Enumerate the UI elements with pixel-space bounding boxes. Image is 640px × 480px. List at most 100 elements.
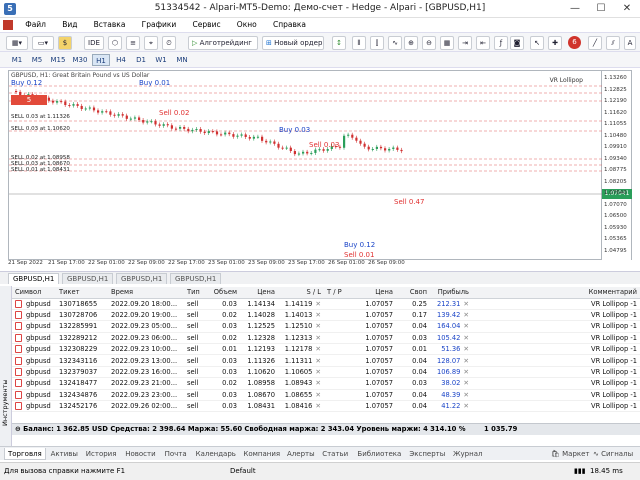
trend-line-icon[interactable]: ╱ xyxy=(588,36,602,50)
tf-h1[interactable]: H1 xyxy=(92,54,110,66)
scroll-icon[interactable]: ⇥ xyxy=(458,36,472,50)
channel-icon[interactable]: ⫽ xyxy=(606,36,620,50)
table-row[interactable]: gbpusd 132308229 2022.09.23 10:00... sell 0.… xyxy=(12,343,640,356)
close-button[interactable]: ✕ xyxy=(614,0,640,18)
close-icon[interactable]: ✕ xyxy=(315,357,321,365)
line-chart-icon[interactable]: ∿ xyxy=(388,36,402,50)
chart-tab[interactable]: GBPUSD,H1 xyxy=(8,273,60,284)
close-icon[interactable]: ✕ xyxy=(315,322,321,330)
screenshot-icon[interactable]: ◙ xyxy=(510,36,524,50)
bar-chart-icon[interactable]: ⫴ xyxy=(352,36,366,50)
terminal-tab[interactable]: История xyxy=(83,448,120,460)
column-header[interactable]: Цена xyxy=(240,287,278,299)
table-row[interactable]: gbpusd 130728706 2022.09.20 19:00... sell 0.… xyxy=(12,309,640,322)
column-header[interactable]: Символ xyxy=(12,287,56,299)
menu-help[interactable]: Справка xyxy=(266,18,313,32)
column-header[interactable]: Своп xyxy=(396,287,430,299)
navigator-icon[interactable]: ⌖ xyxy=(144,36,158,50)
chart-tab[interactable]: GBPUSD,H1 xyxy=(62,273,114,284)
menu-tools[interactable]: Сервис xyxy=(186,18,228,32)
terminal-tab[interactable]: Активы xyxy=(48,448,81,460)
menu-window[interactable]: Окно xyxy=(230,18,264,32)
chart-tab[interactable]: GBPUSD,H1 xyxy=(116,273,168,284)
terminal-tab[interactable]: Компания xyxy=(240,448,283,460)
zoom-in-icon[interactable]: ⊕ xyxy=(404,36,418,50)
new-chart-icon[interactable]: ▦▾ xyxy=(6,36,28,50)
close-icon[interactable]: ✕ xyxy=(463,391,469,399)
terminal-tab[interactable]: Эксперты xyxy=(406,448,448,460)
column-header[interactable]: S / L xyxy=(278,287,324,299)
indicators-icon[interactable]: ƒ xyxy=(494,36,508,50)
menu-view[interactable]: Вид xyxy=(55,18,84,32)
column-header[interactable]: Комментарий xyxy=(472,287,640,299)
candles-icon[interactable]: ⫿ xyxy=(370,36,384,50)
strategy-icon[interactable]: ⬡ xyxy=(108,36,122,50)
time-scale[interactable]: 21 Sep 2022 21 Sep 17:00 22 Sep 01:00 22 Se… xyxy=(8,260,602,270)
column-header[interactable]: Объем xyxy=(210,287,240,299)
menu-charts[interactable]: Графики xyxy=(135,18,184,32)
close-icon[interactable]: ✕ xyxy=(315,334,321,342)
terminal-tab[interactable]: Новости xyxy=(122,448,158,460)
zoom-out-icon[interactable]: ⊖ xyxy=(422,36,436,50)
crosshair-icon[interactable]: ✚ xyxy=(548,36,562,50)
ide-button[interactable]: IDE xyxy=(84,36,104,50)
terminal-tab[interactable]: Почта xyxy=(162,448,190,460)
grid-icon[interactable]: ▦ xyxy=(440,36,454,50)
market-tab[interactable]: 🛍 Маркет xyxy=(548,448,593,460)
maximize-button[interactable]: ☐ xyxy=(588,0,614,18)
close-icon[interactable]: ✕ xyxy=(463,300,469,308)
tf-w1[interactable]: W1 xyxy=(152,54,170,66)
close-icon[interactable]: ✕ xyxy=(463,345,469,353)
close-icon[interactable]: ✕ xyxy=(315,300,321,308)
close-icon[interactable]: ✕ xyxy=(463,368,469,376)
tf-mn[interactable]: MN xyxy=(172,54,192,66)
tf-m15[interactable]: M15 xyxy=(48,54,68,66)
column-header[interactable]: Цена xyxy=(356,287,396,299)
close-icon[interactable]: ✕ xyxy=(463,322,469,330)
column-header[interactable]: Прибыль xyxy=(430,287,472,299)
column-header[interactable]: Тикет xyxy=(56,287,108,299)
close-icon[interactable]: ✕ xyxy=(315,345,321,353)
close-icon[interactable]: ✕ xyxy=(315,311,321,319)
market-watch-icon[interactable]: $ xyxy=(58,36,72,50)
tf-h4[interactable]: H4 xyxy=(112,54,130,66)
signals-tab[interactable]: ∿ Сигналы xyxy=(590,448,636,460)
tf-m1[interactable]: M1 xyxy=(8,54,26,66)
table-row[interactable]: gbpusd 130718655 2022.09.20 18:00... sell 0.… xyxy=(12,298,640,310)
column-header[interactable]: Тип xyxy=(184,287,210,299)
table-row[interactable]: gbpusd 132452176 2022.09.26 02:00... sell 0.… xyxy=(12,400,640,413)
close-icon[interactable]: ✕ xyxy=(315,379,321,387)
table-row[interactable]: gbpusd 132418477 2022.09.23 21:00... sell 0.… xyxy=(12,377,640,390)
close-icon[interactable]: ✕ xyxy=(315,402,321,410)
database-icon[interactable]: ≡ xyxy=(126,36,140,50)
price-scale[interactable]: 1.07041 1.13260 1.12825 1.12190 1.11620 1.11… xyxy=(602,70,632,260)
chart-tab[interactable]: GBPUSD,H1 xyxy=(170,273,222,284)
close-icon[interactable]: ✕ xyxy=(315,368,321,376)
price-chart[interactable]: GBPUSD, H1: Great Britain Pound vs US Do… xyxy=(8,70,603,260)
close-icon[interactable]: ✕ xyxy=(463,379,469,387)
minimize-button[interactable]: — xyxy=(562,0,588,18)
close-icon[interactable]: ✕ xyxy=(463,357,469,365)
history-icon[interactable]: ⏲ xyxy=(162,36,176,50)
terminal-tab[interactable]: Алерты xyxy=(284,448,318,460)
terminal-tab[interactable]: Календарь xyxy=(193,448,239,460)
text-tool-icon[interactable]: A xyxy=(624,36,636,50)
tf-d1[interactable]: D1 xyxy=(132,54,150,66)
notifications-badge[interactable]: 6 xyxy=(568,36,581,49)
close-icon[interactable]: ✕ xyxy=(315,391,321,399)
terminal-tab[interactable]: Статьи xyxy=(319,448,351,460)
shift-icon[interactable]: ⇤ xyxy=(476,36,490,50)
table-row[interactable]: gbpusd 132289212 2022.09.23 06:00... sell 0.… xyxy=(12,332,640,345)
close-icon[interactable]: ✕ xyxy=(463,311,469,319)
table-row[interactable]: gbpusd 132379037 2022.09.23 16:00... sell 0.… xyxy=(12,366,640,379)
profiles-icon[interactable]: ▭▾ xyxy=(32,36,54,50)
menu-insert[interactable]: Вставка xyxy=(87,18,133,32)
lot-badge[interactable]: 5 xyxy=(11,95,47,105)
table-row[interactable]: gbpusd 132285991 2022.09.23 05:00... sell 0.… xyxy=(12,320,640,333)
tf-m30[interactable]: M30 xyxy=(70,54,90,66)
column-header[interactable]: T / P xyxy=(324,287,356,299)
table-row[interactable]: gbpusd 132434876 2022.09.23 23:00... sell 0.… xyxy=(12,389,640,402)
cursor-icon[interactable]: ↖ xyxy=(530,36,544,50)
terminal-tab[interactable]: Журнал xyxy=(450,448,485,460)
new-order-button[interactable]: ⊞ Новый ордер xyxy=(262,36,324,50)
